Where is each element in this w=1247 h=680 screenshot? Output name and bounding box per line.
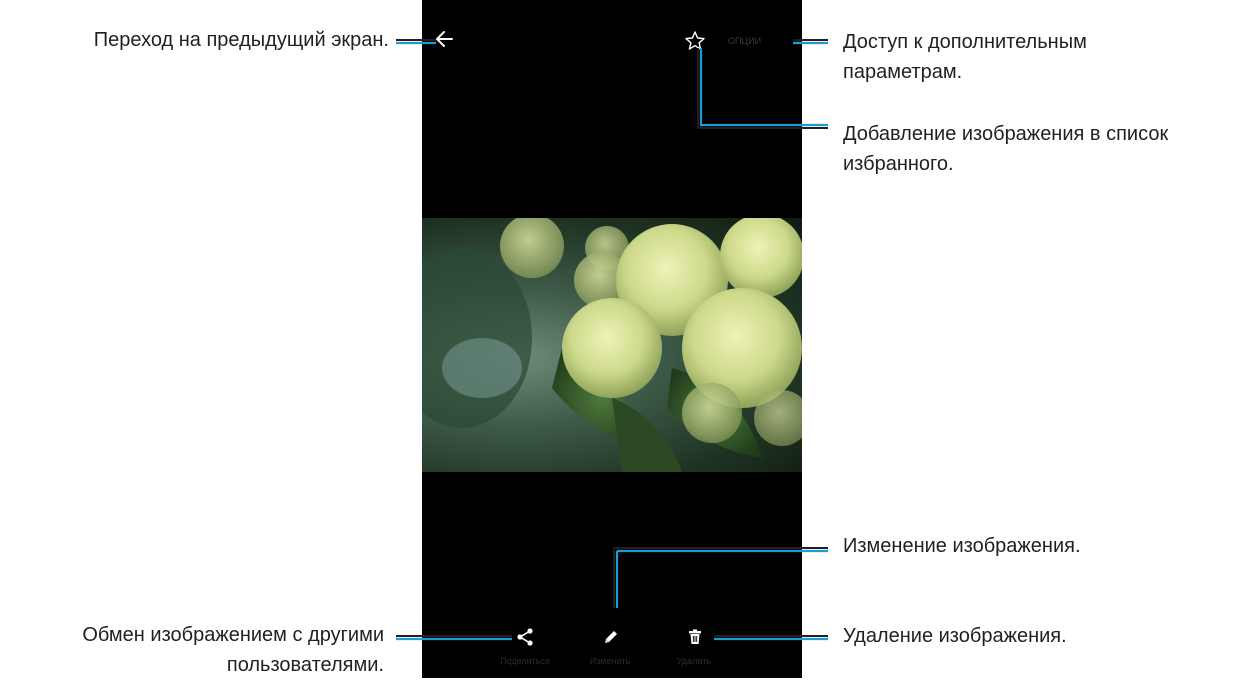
callout-share-line1: Обмен изображением с другими bbox=[82, 624, 384, 646]
favorite-button[interactable] bbox=[680, 26, 710, 56]
flower-photo bbox=[422, 218, 802, 472]
callout-more-line2: параметрам. bbox=[843, 61, 963, 83]
edit-button[interactable] bbox=[596, 622, 626, 652]
callout-more: Доступ к дополнительным параметрам. bbox=[843, 27, 1087, 87]
more-options-button[interactable]: ОПЦИИ bbox=[728, 28, 761, 54]
star-icon bbox=[685, 31, 705, 50]
callout-share-line2: пользователями. bbox=[226, 654, 384, 676]
callout-favorite: Добавление изображения в список избранно… bbox=[843, 119, 1168, 179]
share-icon bbox=[517, 628, 533, 646]
share-label: Поделиться bbox=[500, 656, 550, 666]
pencil-icon bbox=[605, 631, 617, 643]
callout-delete-text: Удаление изображения. bbox=[843, 625, 1067, 647]
callout-back-text: Переход на предыдущий экран. bbox=[93, 29, 389, 51]
back-arrow-icon bbox=[436, 31, 453, 47]
callout-favorite-line2: избранного. bbox=[843, 153, 954, 175]
callout-favorite-line1: Добавление изображения в список bbox=[843, 123, 1169, 145]
callout-edit-text: Изменение изображения. bbox=[843, 535, 1081, 557]
back-button[interactable] bbox=[430, 24, 460, 54]
callout-delete: Удаление изображения. bbox=[843, 621, 1067, 651]
delete-button[interactable] bbox=[680, 622, 710, 652]
edit-label: Изменить bbox=[589, 656, 631, 666]
delete-label: Удалить bbox=[676, 656, 712, 666]
callout-edit: Изменение изображения. bbox=[843, 531, 1081, 561]
phone-screen: ОПЦИИ Поделиться Изменить Удалить bbox=[422, 0, 802, 678]
callout-more-line1: Доступ к дополнительным bbox=[843, 31, 1087, 53]
share-button[interactable] bbox=[510, 622, 540, 652]
more-options-label: ОПЦИИ bbox=[728, 36, 762, 46]
callout-back: Переход на предыдущий экран. bbox=[94, 25, 389, 55]
callout-share: Обмен изображением с другими пользовател… bbox=[82, 620, 384, 680]
trash-icon bbox=[689, 629, 701, 644]
